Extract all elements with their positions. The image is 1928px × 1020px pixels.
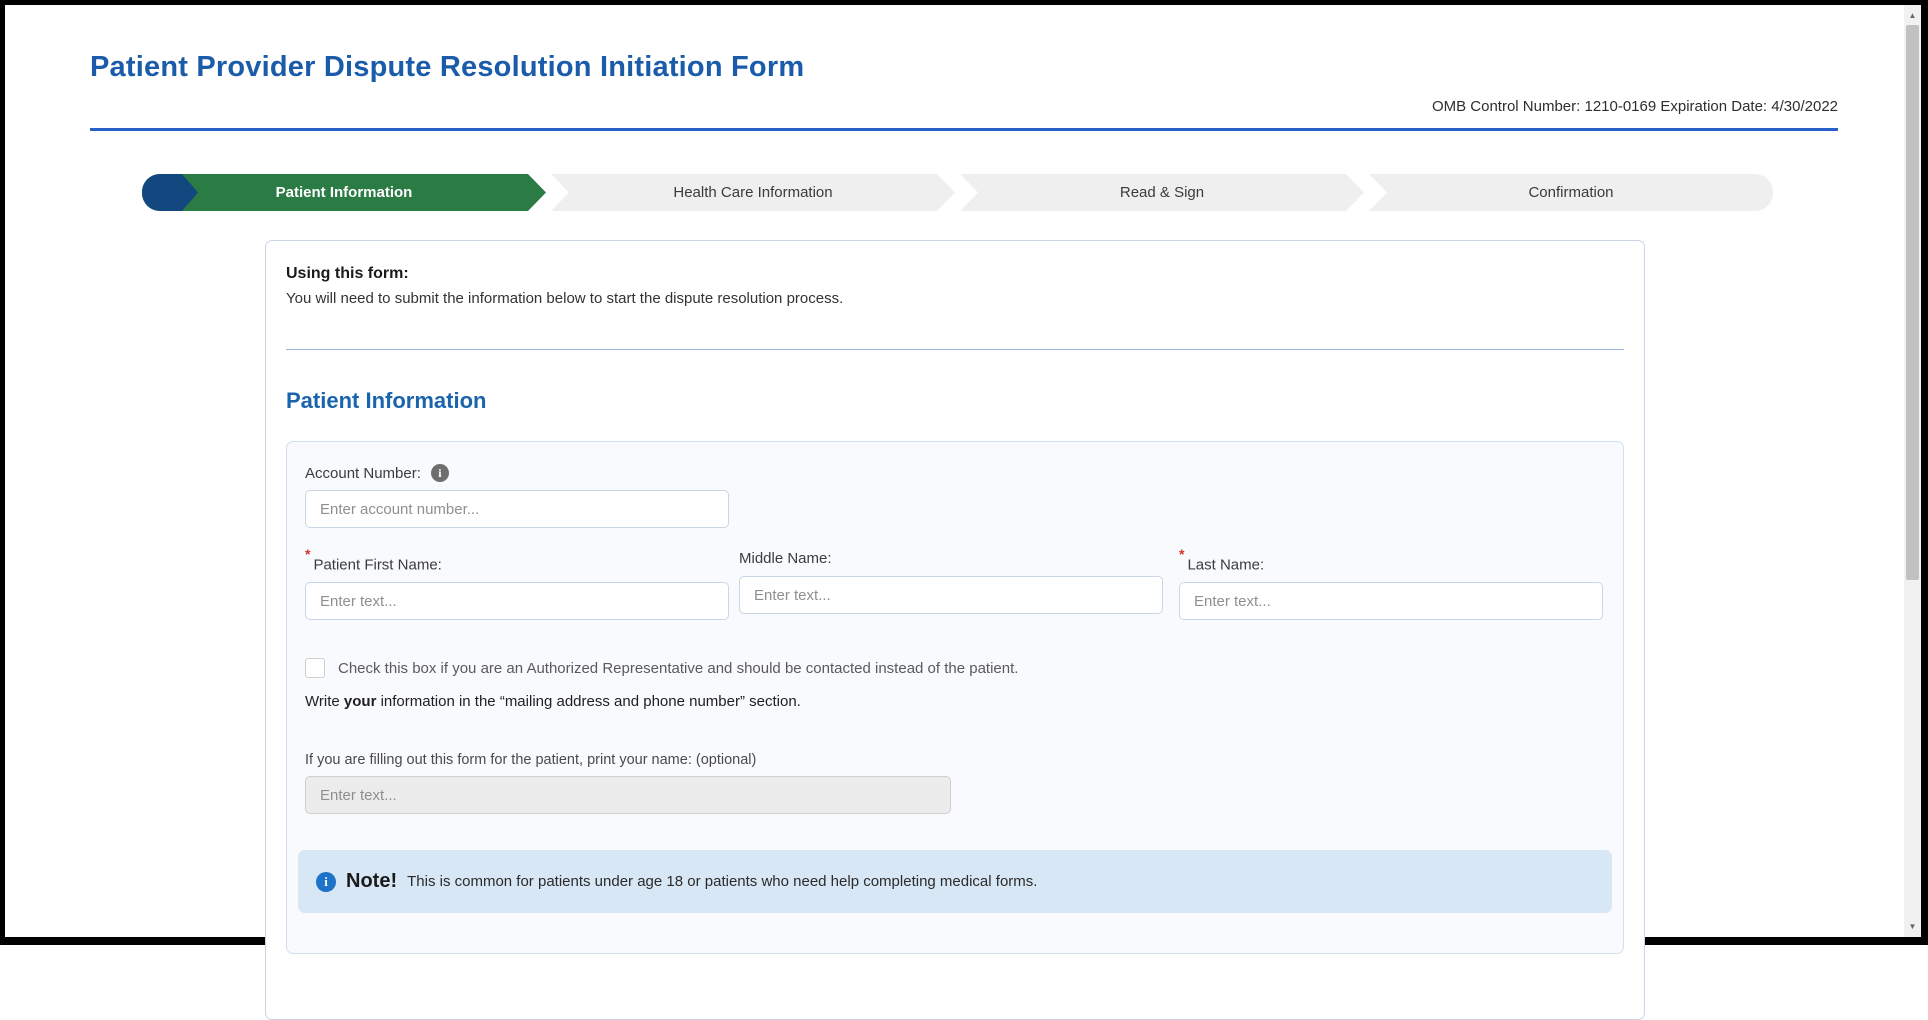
main-content: Patient Provider Dispute Resolution Init… [90, 5, 1838, 1020]
form-card: Using this form: You will need to submit… [265, 240, 1645, 1020]
stepper: Patient Information Health Care Informat… [142, 174, 1778, 211]
last-name-label-row: *Last Name: [1179, 550, 1603, 574]
rep-note-prefix: Write [305, 693, 344, 710]
first-name-field: *Patient First Name: [305, 550, 729, 620]
card-divider [286, 349, 1624, 350]
section-title-patient-information: Patient Information [286, 388, 1624, 414]
scroll-down-icon[interactable]: ▼ [1904, 918, 1921, 935]
note-box: i Note! This is common for patients unde… [298, 850, 1612, 913]
note-title: Note! [346, 870, 397, 893]
rep-note-suffix: information in the “mailing address and … [376, 693, 800, 710]
account-number-label-row: Account Number: i [305, 464, 1605, 482]
step-label: Confirmation [1528, 184, 1613, 201]
last-name-label: Last Name: [1187, 556, 1264, 573]
authorized-representative-note: Write your information in the “mailing a… [305, 693, 1605, 710]
authorized-representative-label: Check this box if you are an Authorized … [338, 660, 1018, 677]
page-title: Patient Provider Dispute Resolution Init… [90, 51, 1838, 84]
patient-information-panel: Account Number: i *Patient First Name: M… [286, 441, 1624, 954]
info-icon[interactable]: i [431, 464, 449, 482]
step-health-care-information[interactable]: Health Care Information [551, 174, 955, 211]
scrollbar[interactable]: ▲ ▼ [1904, 5, 1921, 937]
step-read-and-sign[interactable]: Read & Sign [960, 174, 1364, 211]
middle-name-label-row: Middle Name: [739, 550, 1163, 568]
step-label: Health Care Information [673, 184, 832, 201]
page: { "header": { "title": "Patient Provider… [0, 0, 1928, 945]
last-name-field: *Last Name: [1179, 550, 1603, 620]
last-name-input[interactable] [1179, 582, 1603, 620]
scroll-up-icon[interactable]: ▲ [1904, 7, 1921, 24]
authorized-representative-row: Check this box if you are an Authorized … [305, 658, 1605, 678]
filler-name-input[interactable] [305, 776, 951, 814]
info-icon: i [316, 872, 336, 892]
header-divider [90, 128, 1838, 131]
intro-body: You will need to submit the information … [286, 290, 1624, 307]
first-name-label: Patient First Name: [313, 556, 441, 573]
middle-name-label: Middle Name: [739, 550, 832, 567]
rep-note-bold: your [344, 693, 377, 710]
required-asterisk: * [305, 546, 310, 562]
filler-name-label: If you are filling out this form for the… [305, 752, 1605, 768]
step-patient-information[interactable]: Patient Information [142, 174, 546, 211]
scrollbar-thumb[interactable] [1906, 25, 1919, 580]
step-label: Read & Sign [1120, 184, 1204, 201]
step-label: Patient Information [276, 184, 413, 201]
middle-name-field: Middle Name: [739, 550, 1163, 620]
name-fields-row: *Patient First Name: Middle Name: *Last … [305, 550, 1605, 620]
middle-name-input[interactable] [739, 576, 1163, 614]
account-number-label: Account Number: [305, 465, 421, 482]
note-text: This is common for patients under age 18… [407, 873, 1037, 890]
required-asterisk: * [1179, 546, 1184, 562]
first-name-input[interactable] [305, 582, 729, 620]
authorized-representative-checkbox[interactable] [305, 658, 325, 678]
account-number-input[interactable] [305, 490, 729, 528]
omb-control-text: OMB Control Number: 1210-0169 Expiration… [90, 98, 1838, 115]
intro-heading: Using this form: [286, 265, 1624, 283]
first-name-label-row: *Patient First Name: [305, 550, 729, 574]
step-confirmation[interactable]: Confirmation [1369, 174, 1773, 211]
